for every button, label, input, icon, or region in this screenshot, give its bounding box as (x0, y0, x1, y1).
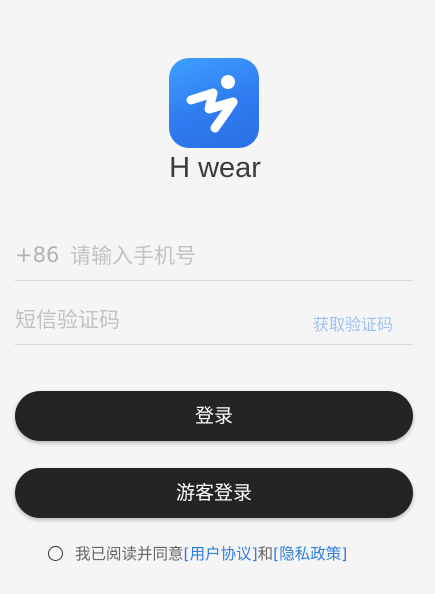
login-screen: H wear +86 获取验证码 登录 游客登录 我已阅读并同意 [用户协议] … (0, 0, 435, 594)
sms-code-field: 获取验证码 (15, 297, 413, 345)
agreement-text: 我已阅读并同意 (75, 545, 184, 563)
guest-login-button[interactable]: 游客登录 (15, 468, 413, 518)
agreement-and-text: 和 (257, 545, 274, 563)
h-wear-logo-icon (186, 75, 238, 133)
phone-field: +86 (15, 233, 413, 281)
privacy-policy-link[interactable]: [隐私政策] (273, 542, 347, 564)
app-logo-icon (169, 58, 259, 148)
login-button[interactable]: 登录 (15, 391, 413, 441)
country-code-prefix[interactable]: +86 (15, 243, 59, 267)
user-agreement-link[interactable]: [用户协议] (184, 542, 258, 564)
agreement-row: 我已阅读并同意 [用户协议] 和 [隐私政策] (48, 542, 347, 564)
app-name: H wear (169, 152, 261, 184)
phone-input[interactable] (70, 239, 400, 273)
agreement-radio[interactable] (48, 545, 63, 561)
sms-code-input[interactable] (15, 303, 285, 337)
get-code-button[interactable]: 获取验证码 (313, 311, 393, 335)
